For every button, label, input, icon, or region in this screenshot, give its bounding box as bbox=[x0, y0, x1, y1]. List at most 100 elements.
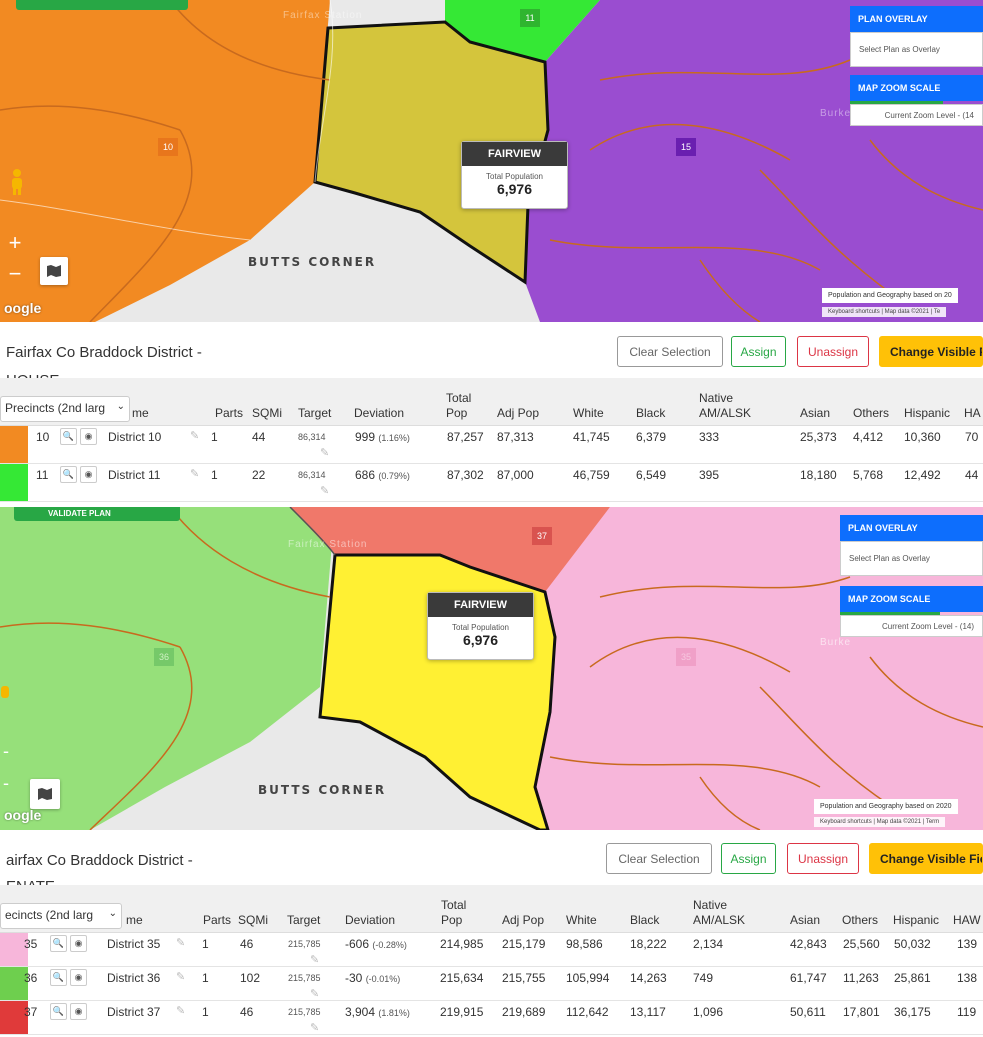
district-badge-36[interactable]: 36 bbox=[154, 648, 174, 666]
asian-value: 25,373 bbox=[800, 430, 837, 444]
target-value: 86,314 bbox=[298, 470, 326, 480]
eye-icon[interactable]: ◉ bbox=[70, 969, 87, 986]
col-total-pop: Total Pop bbox=[446, 391, 471, 421]
clear-selection-button[interactable]: Clear Selection bbox=[606, 843, 712, 874]
plan-overlay-select[interactable]: Select Plan as Overlay bbox=[850, 32, 983, 67]
district-badge-35[interactable]: 35 bbox=[676, 648, 696, 666]
assign-button[interactable]: Assign bbox=[731, 336, 786, 367]
eye-icon[interactable]: ◉ bbox=[80, 466, 97, 483]
map-attribution-links[interactable]: Keyboard shortcuts | Map data ©2021 | Te bbox=[822, 307, 947, 317]
validate-plan-button[interactable] bbox=[16, 0, 188, 10]
table-row[interactable]: 36 🔍 ◉ District 36 ✎ 1 102 215,785 ✎ -30 (-0.01%)… bbox=[0, 967, 983, 1001]
district-badge-11[interactable]: 11 bbox=[520, 9, 540, 27]
table-row[interactable]: 11 🔍 ◉ District 11 ✎ 1 22 86,314 ✎ 686 (0.79%) 87,… bbox=[0, 464, 983, 502]
map-widgets: PLAN OVERLAY Select Plan as Overlay MAP … bbox=[840, 515, 983, 637]
plan-overlay-select[interactable]: Select Plan as Overlay bbox=[840, 541, 983, 576]
eye-icon[interactable]: ◉ bbox=[80, 428, 97, 445]
map-type-icon[interactable] bbox=[30, 779, 60, 809]
target-edit-icon[interactable]: ✎ bbox=[310, 953, 319, 966]
unassign-button[interactable]: Unassign bbox=[797, 336, 869, 367]
table-row[interactable]: 10 🔍 ◉ District 10 ✎ 1 44 86,314 ✎ 999 (1.16%) 87,… bbox=[0, 426, 983, 464]
map-attribution-links[interactable]: Keyboard shortcuts | Map data ©2021 | Te… bbox=[814, 817, 946, 827]
native-value: 1,096 bbox=[693, 1005, 724, 1019]
native-value: 395 bbox=[699, 468, 720, 482]
target-edit-icon[interactable]: ✎ bbox=[310, 987, 319, 1000]
validate-plan-button[interactable]: VALIDATE PLAN bbox=[14, 507, 180, 521]
zoom-to-district-icon[interactable]: 🔍 bbox=[50, 969, 67, 986]
col-native-line1: Native bbox=[693, 898, 728, 912]
col-native: Native AM/ALSK bbox=[699, 391, 751, 421]
deviation-number: 3,904 bbox=[345, 1005, 376, 1019]
table-row[interactable]: 37 🔍 ◉ District 37 ✎ 1 46 215,785 ✎ 3,904 (1.81%)… bbox=[0, 1001, 983, 1035]
deviation-value: 3,904 (1.81%) bbox=[345, 1005, 410, 1019]
eye-icon[interactable]: ◉ bbox=[70, 935, 87, 952]
zoom-level-text: Current Zoom Level - (14) bbox=[840, 615, 983, 637]
target-edit-icon[interactable]: ✎ bbox=[320, 446, 329, 459]
map-type-icon[interactable] bbox=[40, 257, 68, 285]
district-number: 35 bbox=[24, 937, 38, 951]
pegman-icon[interactable] bbox=[0, 677, 10, 705]
edit-icon[interactable]: ✎ bbox=[176, 936, 185, 949]
precinct-tooltip: FAIRVIEW Total Population 6,976 bbox=[427, 592, 534, 660]
edit-icon[interactable]: ✎ bbox=[176, 1004, 185, 1017]
house-map[interactable]: Fairfax Station Burke BUTTS CORNER 10 11… bbox=[0, 0, 983, 322]
district-name: District 10 bbox=[108, 430, 162, 444]
zoom-to-district-icon[interactable]: 🔍 bbox=[60, 428, 77, 445]
col-hispanic: Hispanic bbox=[904, 406, 951, 420]
col-native-line1: Native bbox=[699, 391, 734, 405]
parts-value: 1 bbox=[202, 971, 209, 985]
zoom-level-text: Current Zoom Level - (14 bbox=[850, 104, 983, 126]
col-parts: Parts bbox=[203, 913, 232, 927]
tooltip-label: Total Population bbox=[486, 172, 543, 181]
district-badge-10[interactable]: 10 bbox=[158, 138, 178, 156]
target-edit-icon[interactable]: ✎ bbox=[310, 1021, 319, 1034]
pegman-icon[interactable] bbox=[5, 167, 29, 197]
white-value: 41,745 bbox=[573, 430, 610, 444]
assign-button[interactable]: Assign bbox=[721, 843, 776, 874]
deviation-value: 999 (1.16%) bbox=[355, 430, 410, 444]
asian-value: 18,180 bbox=[800, 468, 837, 482]
change-visible-fields-button[interactable]: Change Visible F bbox=[879, 336, 983, 367]
district-badge-15[interactable]: 15 bbox=[676, 138, 696, 156]
zoom-to-district-icon[interactable]: 🔍 bbox=[60, 466, 77, 483]
zoom-to-district-icon[interactable]: 🔍 bbox=[50, 1003, 67, 1020]
col-parts: Parts bbox=[215, 406, 244, 420]
target-edit-icon[interactable]: ✎ bbox=[320, 484, 329, 497]
col-name: me bbox=[132, 406, 149, 420]
zoom-to-district-icon[interactable]: 🔍 bbox=[50, 935, 67, 952]
eye-icon[interactable]: ◉ bbox=[70, 1003, 87, 1020]
unassign-button[interactable]: Unassign bbox=[787, 843, 859, 874]
place-label-butts-corner: BUTTS CORNER bbox=[258, 783, 387, 797]
precinct-tooltip: FAIRVIEW Total Population 6,976 bbox=[461, 141, 568, 209]
adj-pop-value: 87,000 bbox=[497, 468, 534, 482]
precinct-select[interactable]: ecincts (2nd larg ⌄ bbox=[0, 903, 122, 929]
col-total-pop-line2: Pop bbox=[446, 406, 468, 420]
col-deviation: Deviation bbox=[345, 913, 396, 927]
edit-icon[interactable]: ✎ bbox=[190, 429, 199, 442]
others-value: 5,768 bbox=[853, 468, 884, 482]
black-value: 14,263 bbox=[630, 971, 667, 985]
clear-selection-button[interactable]: Clear Selection bbox=[617, 336, 723, 367]
target-value: 215,785 bbox=[288, 1007, 321, 1017]
native-value: 749 bbox=[693, 971, 714, 985]
zoom-out-icon[interactable]: - bbox=[0, 773, 12, 793]
hispanic-value: 36,175 bbox=[894, 1005, 931, 1019]
zoom-in-icon[interactable]: - bbox=[0, 741, 12, 761]
edit-icon[interactable]: ✎ bbox=[190, 467, 199, 480]
district-badge-37[interactable]: 37 bbox=[532, 527, 552, 545]
deviation-number: 999 bbox=[355, 430, 376, 444]
total-pop-value: 87,302 bbox=[447, 468, 484, 482]
others-value: 25,560 bbox=[843, 937, 880, 951]
table-row[interactable]: 35 🔍 ◉ District 35 ✎ 1 46 215,785 ✎ -606 (-0.28%)… bbox=[0, 933, 983, 967]
precinct-select[interactable]: Precincts (2nd larg ⌄ bbox=[0, 396, 130, 422]
zoom-in-icon[interactable]: + bbox=[4, 230, 26, 255]
total-pop-value: 214,985 bbox=[440, 937, 484, 951]
white-value: 112,642 bbox=[566, 1005, 609, 1019]
senate-map[interactable]: VALIDATE PLAN Fairfax Station Burke BUTT… bbox=[0, 507, 983, 830]
zoom-out-icon[interactable]: − bbox=[4, 261, 26, 286]
place-label-butts-corner: BUTTS CORNER bbox=[248, 255, 377, 269]
change-visible-fields-button[interactable]: Change Visible Fie bbox=[869, 843, 983, 874]
district-name: District 37 bbox=[107, 1005, 161, 1019]
asian-value: 61,747 bbox=[790, 971, 827, 985]
edit-icon[interactable]: ✎ bbox=[176, 970, 185, 983]
